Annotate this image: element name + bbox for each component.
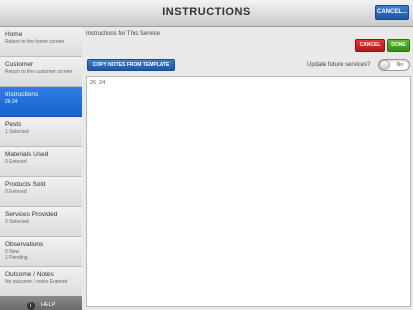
sidebar-item-sublabel: No outcome / notes Entered bbox=[5, 279, 68, 285]
instructions-textarea[interactable]: 26 24 bbox=[86, 76, 411, 307]
sidebar-item-label: Services Provided bbox=[5, 211, 58, 218]
sidebar-item-observations[interactable]: Observations 0 New 1 Pending bbox=[0, 237, 82, 267]
cancel-button[interactable]: CANCEL bbox=[355, 39, 385, 52]
sidebar-item-customer[interactable]: Customer Return to the customer screen bbox=[0, 57, 82, 87]
sidebar-item-sublabel: 0 Entered bbox=[5, 189, 27, 195]
sidebar-item-label: Materials Used bbox=[5, 151, 49, 158]
sidebar-item-products-sold[interactable]: Products Sold 0 Entered bbox=[0, 177, 82, 207]
sidebar-item-services-provided[interactable]: Services Provided 0 Selected bbox=[0, 207, 82, 237]
sidebar-item-home[interactable]: Home Return to the home screen bbox=[0, 27, 82, 57]
sidebar-item-pests[interactable]: Pests 1 Selected bbox=[0, 117, 82, 147]
sidebar-item-label: Pests bbox=[5, 121, 22, 128]
sidebar-item-materials-used[interactable]: Materials Used 0 Entered bbox=[0, 147, 82, 177]
top-cancel-button[interactable]: CANCEL... bbox=[375, 5, 409, 20]
title-bar: INSTRUCTIONS CANCEL... bbox=[0, 0, 413, 27]
update-future-toggle[interactable]: No bbox=[378, 59, 410, 71]
sidebar-item-sublabel: 0 Selected bbox=[5, 219, 29, 225]
sidebar-item-sublabel: 1 Selected bbox=[5, 129, 29, 135]
sidebar-item-label: Outcome / Notes bbox=[5, 271, 54, 278]
help-button[interactable]: i HELP bbox=[0, 296, 82, 310]
section-heading: Instructions for This Service bbox=[86, 31, 160, 37]
sidebar-item-outcome-notes[interactable]: Outcome / Notes No outcome / notes Enter… bbox=[0, 267, 82, 297]
sidebar-item-sublabel: Return to the home screen bbox=[5, 39, 65, 45]
copy-notes-button[interactable]: COPY NOTES FROM TEMPLATE bbox=[87, 59, 175, 71]
update-future-label: Update future services? bbox=[307, 62, 371, 68]
sidebar-item-label: Products Sold bbox=[5, 181, 46, 188]
sidebar-item-instructions[interactable]: Instructions 26 24 bbox=[0, 87, 82, 117]
sidebar-item-sublabel: Return to the customer screen bbox=[5, 69, 73, 75]
help-label: HELP bbox=[41, 301, 56, 308]
sidebar: Home Return to the home screen Customer … bbox=[0, 27, 82, 310]
sidebar-item-label: Customer bbox=[5, 61, 34, 68]
page-title: INSTRUCTIONS bbox=[162, 6, 251, 18]
toggle-state-label: No bbox=[396, 62, 403, 68]
done-button[interactable]: DONE bbox=[387, 39, 410, 52]
sidebar-item-sublabel: 26 24 bbox=[5, 99, 18, 105]
sidebar-item-label: Home bbox=[5, 31, 23, 38]
main-panel: Instructions for This Service CANCEL DON… bbox=[83, 27, 413, 310]
sidebar-item-label: Instructions bbox=[5, 91, 39, 98]
sidebar-item-label: Observations bbox=[5, 241, 44, 248]
toggle-knob bbox=[379, 60, 390, 70]
sidebar-item-sublabel: 0 Entered bbox=[5, 159, 27, 165]
info-icon: i bbox=[26, 302, 35, 310]
sidebar-item-sublabel-2: 1 Pending bbox=[5, 255, 28, 261]
